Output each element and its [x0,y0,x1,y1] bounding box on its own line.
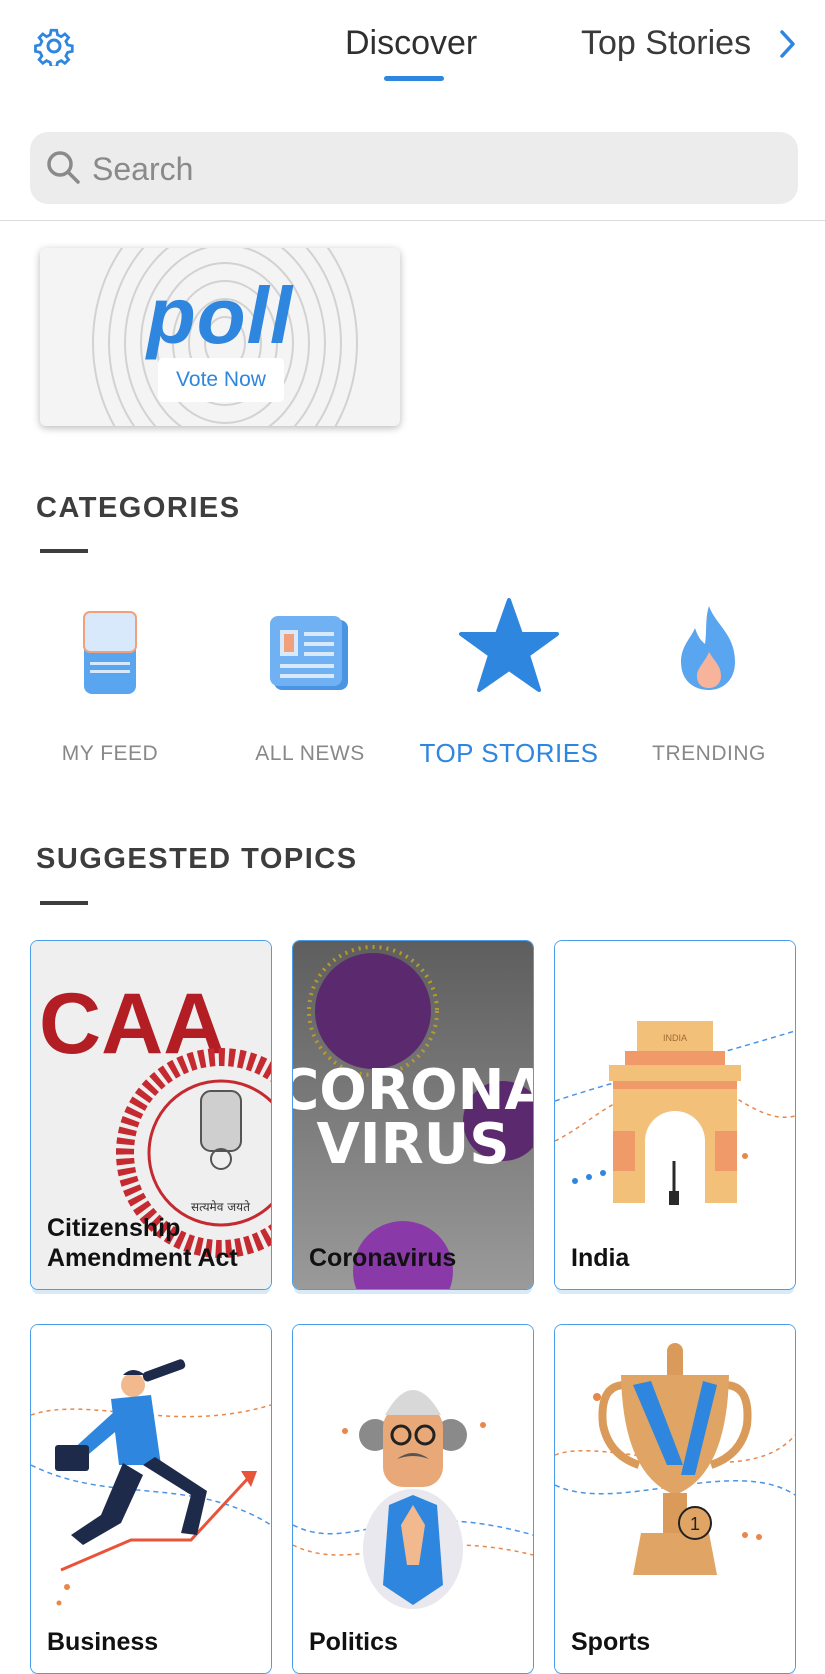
trophy-illustration: 1 [555,1325,795,1673]
caa-title-text: CAA [39,976,225,1072]
tab-top-stories[interactable]: Top Stories [581,24,751,63]
category-label: TOP STORIES [419,738,599,768]
search-bar[interactable] [30,132,798,206]
category-label: MY FEED [61,742,159,765]
medal-number: 1 [690,1514,700,1534]
topic-label: Sports [571,1628,651,1656]
topic-card-politics[interactable]: Politics [292,1324,534,1674]
politics-illustration [293,1325,533,1673]
poll-title: poll [146,271,294,360]
section-underline [40,901,88,905]
flame-icon [681,606,735,690]
star-icon [459,598,559,692]
active-tab-indicator [384,76,444,81]
vote-now-button[interactable]: Vote Now [158,358,284,402]
topic-label: Coronavirus [309,1244,457,1272]
topic-label: Citizenship Amendment Act [47,1214,238,1272]
tab-discover[interactable]: Discover [345,24,477,63]
india-gate-illustration: INDIA [555,941,795,1289]
topic-label: Politics [309,1628,398,1656]
categories-heading: CATEGORIES [36,492,241,524]
topic-card-sports[interactable]: 1 Sports [554,1324,796,1674]
topic-label: India [571,1244,630,1272]
corona-title-line2: VIRUS [316,1112,509,1177]
topic-card-business[interactable]: Business [30,1324,272,1674]
newspaper-icon [270,616,348,690]
suggested-topics-heading: SUGGESTED TOPICS [36,843,358,875]
category-my-feed[interactable]: MY FEED [10,590,210,770]
india-gate-text: INDIA [663,1033,687,1043]
category-all-news[interactable]: ALL NEWS [210,590,410,770]
category-label: TRENDING [652,742,766,765]
chevron-right-icon[interactable] [778,28,798,60]
section-underline [40,549,88,553]
topic-card-coronavirus[interactable]: CORONA VIRUS Coronavirus [292,940,534,1290]
search-input[interactable] [90,132,774,206]
feed-icon [83,611,137,694]
gear-icon[interactable] [34,26,74,66]
topic-card-india[interactable]: INDIA India [554,940,796,1290]
topic-label: Business [47,1628,159,1656]
category-trending[interactable]: TRENDING [609,590,809,770]
business-illustration [31,1325,271,1673]
category-label: ALL NEWS [255,742,365,765]
poll-banner[interactable]: poll Vote Now [40,248,400,426]
emblem-motto-text: सत्यमेव जयते [191,1200,251,1214]
coronavirus-illustration: CORONA VIRUS [293,941,533,1289]
header-divider [0,220,825,221]
search-icon [47,151,80,184]
topic-card-caa[interactable]: CAA सत्यमेव जयते Citizenship Amendment A… [30,940,272,1290]
category-top-stories[interactable]: TOP STORIES [409,590,609,770]
top-navigation-bar: Discover Top Stories [0,0,825,100]
